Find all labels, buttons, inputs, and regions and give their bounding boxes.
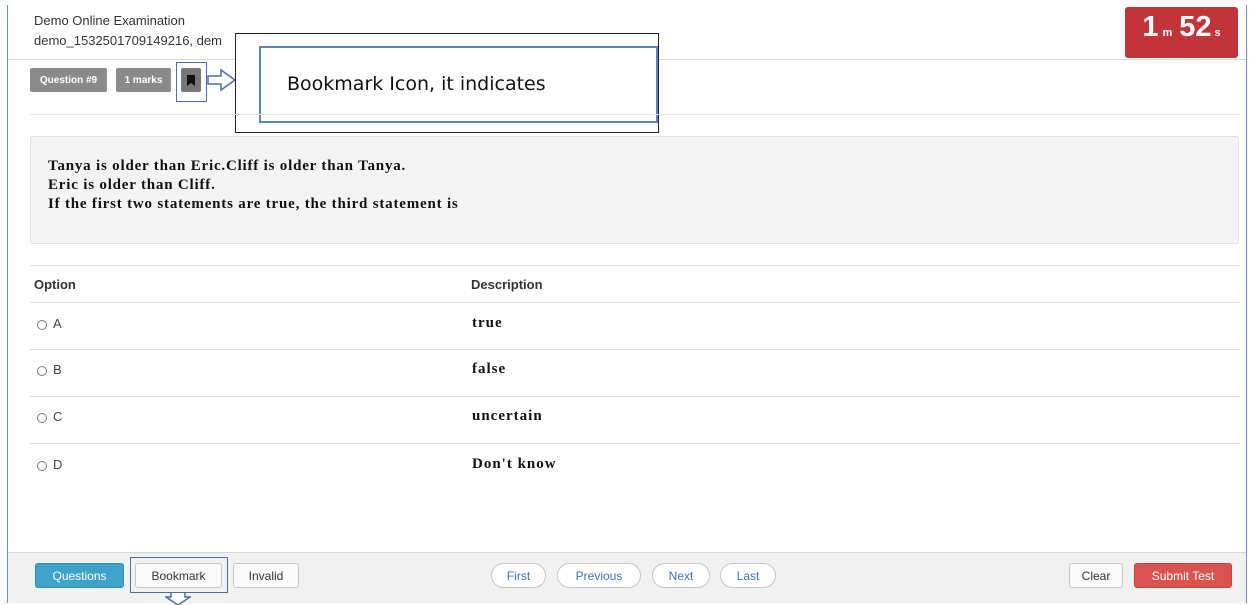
option-description: false bbox=[472, 361, 507, 377]
last-button[interactable]: Last bbox=[720, 563, 776, 588]
bookmark-button-highlight bbox=[130, 557, 228, 593]
option-radio-a[interactable] bbox=[37, 320, 47, 330]
option-description: true bbox=[472, 315, 503, 331]
row-divider bbox=[30, 396, 1240, 397]
row-divider bbox=[30, 443, 1240, 444]
option-radio-b[interactable] bbox=[37, 366, 47, 376]
bookmark-icon[interactable] bbox=[181, 68, 201, 92]
question-number-badge: Question #9 bbox=[30, 68, 107, 92]
option-letter: C bbox=[53, 409, 63, 424]
bookmark-glyph bbox=[187, 74, 195, 86]
submit-test-button[interactable]: Submit Test bbox=[1134, 563, 1232, 588]
annotation-text: Bookmark Icon, it indicates bbox=[287, 73, 546, 95]
table-top-border bbox=[30, 265, 1240, 266]
invalid-button[interactable]: Invalid bbox=[233, 563, 299, 588]
clear-button[interactable]: Clear bbox=[1069, 563, 1123, 588]
option-radio-c[interactable] bbox=[37, 413, 47, 423]
question-line: Eric is older than Cliff. bbox=[48, 177, 216, 193]
previous-button[interactable]: Previous bbox=[557, 563, 641, 588]
countdown-timer: 1 m 52 s bbox=[1125, 7, 1238, 58]
timer-minutes: 1 bbox=[1142, 11, 1159, 43]
callout-arrow-icon bbox=[207, 68, 237, 92]
column-header-description: Description bbox=[471, 277, 543, 292]
timer-seconds-unit: s bbox=[1214, 27, 1221, 39]
table-header-border bbox=[30, 302, 1240, 303]
option-letter: D bbox=[53, 457, 63, 472]
option-letter: A bbox=[53, 316, 62, 331]
question-line: Tanya is older than Eric.Cliff is older … bbox=[48, 158, 407, 174]
exam-title: Demo Online Examination bbox=[34, 13, 186, 28]
question-line: If the first two statements are true, th… bbox=[48, 196, 459, 212]
row-divider bbox=[30, 349, 1240, 350]
section-divider bbox=[30, 114, 1240, 115]
first-button[interactable]: First bbox=[491, 563, 546, 588]
down-arrow-icon bbox=[165, 593, 191, 605]
marks-badge: 1 marks bbox=[116, 68, 171, 92]
timer-minutes-unit: m bbox=[1162, 27, 1173, 39]
option-radio-d[interactable] bbox=[37, 461, 47, 471]
option-letter: B bbox=[53, 362, 62, 377]
option-description: Don't know bbox=[472, 456, 557, 472]
timer-seconds: 52 bbox=[1179, 11, 1212, 43]
column-header-option: Option bbox=[34, 277, 76, 292]
exam-subtitle: demo_1532501709149216, dem bbox=[34, 33, 222, 48]
option-description: uncertain bbox=[472, 408, 543, 424]
questions-button[interactable]: Questions bbox=[35, 563, 124, 588]
next-button[interactable]: Next bbox=[652, 563, 710, 588]
